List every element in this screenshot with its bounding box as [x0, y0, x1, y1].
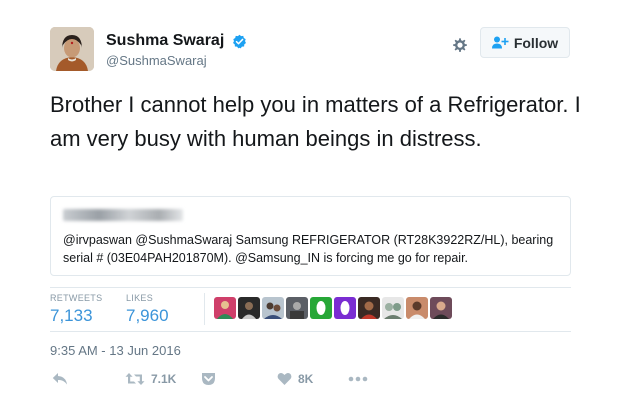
gear-icon[interactable]	[451, 36, 469, 54]
liker-avatar[interactable]	[430, 297, 452, 319]
tweet-text: Brother I cannot help you in matters of …	[50, 92, 581, 151]
retweets-count: 7,133	[50, 306, 93, 325]
liker-avatars	[214, 297, 452, 319]
action-bar: 7.1K 8K	[50, 372, 380, 390]
divider	[204, 293, 205, 325]
liker-avatar[interactable]	[262, 297, 284, 319]
person-plus-icon	[491, 36, 509, 49]
liker-avatar[interactable]	[334, 297, 356, 319]
save-button[interactable]	[201, 372, 216, 386]
tweet-card: Sushma Swaraj @SushmaSwaraj Follow Broth…	[0, 0, 620, 414]
avatar[interactable]	[50, 27, 94, 71]
liker-avatar[interactable]	[286, 297, 308, 319]
user-handle[interactable]: @SushmaSwaraj	[106, 53, 247, 68]
quoted-author-redacted	[63, 209, 183, 221]
likes-count: 7,960	[126, 306, 169, 325]
divider	[50, 287, 571, 288]
retweets-stat[interactable]: RETWEETS 7,133	[50, 293, 102, 326]
retweets-label: RETWEETS	[50, 293, 103, 303]
divider	[50, 331, 571, 332]
liker-avatar[interactable]	[238, 297, 260, 319]
retweet-button[interactable]: 7.1K	[125, 372, 176, 386]
more-button[interactable]	[348, 372, 368, 386]
retweet-icon	[125, 373, 145, 385]
display-name[interactable]: Sushma Swaraj	[106, 32, 224, 50]
follow-label: Follow	[513, 34, 559, 51]
quoted-tweet-text: @irvpaswan @SushmaSwaraj Samsung REFRIGE…	[63, 233, 554, 265]
like-count: 8K	[298, 372, 314, 386]
verified-badge-icon	[232, 34, 246, 48]
likes-stat[interactable]: LIKES 7,960	[126, 293, 169, 326]
user-info: Sushma Swaraj @SushmaSwaraj	[106, 32, 247, 68]
more-dots-icon	[348, 376, 368, 382]
reply-button[interactable]	[52, 372, 68, 386]
follow-button[interactable]: Follow	[480, 27, 570, 58]
liker-avatar[interactable]	[358, 297, 380, 319]
like-button[interactable]: 8K	[277, 372, 313, 386]
liker-avatar[interactable]	[214, 297, 236, 319]
heart-icon	[277, 373, 292, 385]
pocket-icon	[202, 373, 215, 385]
likes-label: LIKES	[126, 293, 154, 303]
retweet-count: 7.1K	[151, 372, 177, 386]
reply-icon	[52, 373, 67, 385]
tweet-timestamp[interactable]: 9:35 AM - 13 Jun 2016	[50, 343, 181, 358]
liker-avatar[interactable]	[382, 297, 404, 319]
liker-avatar[interactable]	[406, 297, 428, 319]
quoted-tweet[interactable]: @irvpaswan @SushmaSwaraj Samsung REFRIGE…	[50, 196, 571, 276]
liker-avatar[interactable]	[310, 297, 332, 319]
